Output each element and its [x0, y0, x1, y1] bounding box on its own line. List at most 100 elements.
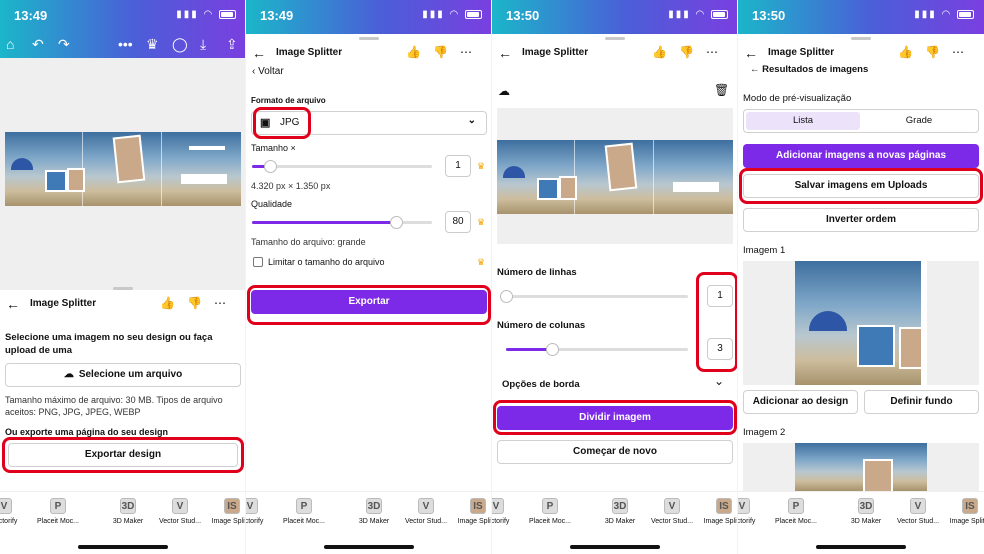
comment-icon[interactable]: ◯	[172, 36, 188, 53]
app-item[interactable]: 3D 3D Maker	[346, 498, 402, 525]
app-label: 3D Maker	[604, 518, 636, 525]
trash-icon[interactable]: 🗑	[714, 83, 729, 97]
set-background-button[interactable]: Definir fundo	[864, 390, 979, 414]
quality-input[interactable]: 80	[445, 211, 471, 233]
cloud-upload-icon: ☁	[63, 369, 74, 380]
sheet-handle[interactable]	[851, 37, 871, 40]
rows-slider[interactable]	[500, 290, 688, 303]
add-to-design-button[interactable]: Adicionar ao design	[743, 390, 858, 414]
back-arrow-icon[interactable]: ←	[744, 45, 758, 61]
thumbs-up-icon[interactable]: 👍	[406, 45, 433, 59]
start-over-button[interactable]: Começar de novo	[497, 440, 733, 464]
app-item[interactable]: V Vector Stud...	[890, 498, 946, 525]
app-icon: 3D	[612, 498, 628, 514]
thumbs-down-icon[interactable]: 👎	[187, 296, 214, 310]
results-nav[interactable]: ← Resultados de imagens	[750, 64, 868, 75]
chevron-down-icon: ⌄	[467, 115, 476, 126]
app-item[interactable]: 3D 3D Maker	[592, 498, 648, 525]
app-label: Image Split...	[949, 518, 984, 525]
home-icon[interactable]: ⌂	[6, 36, 14, 52]
app-item[interactable]: V Vector Stud...	[152, 498, 208, 525]
slider-knob[interactable]	[500, 290, 513, 303]
status-time: 13:49	[260, 8, 294, 23]
quality-slider[interactable]	[252, 216, 432, 229]
apps-bar: V Vectorify P Placeit Moc... 3D 3D Maker V Vect…	[738, 491, 984, 531]
thumbs-up-icon[interactable]: 👍	[898, 45, 925, 59]
share-icon[interactable]: ⇪	[226, 36, 238, 53]
app-item[interactable]: P Placeit Moc...	[30, 498, 86, 525]
slider-knob[interactable]	[390, 216, 403, 229]
app-label: Vector Stud...	[404, 518, 448, 525]
app-item[interactable]: V Vector Stud...	[398, 498, 454, 525]
app-item[interactable]: P Placeit Moc...	[768, 498, 824, 525]
app-item[interactable]: IS Image Split...	[204, 498, 246, 525]
app-label: Vector Stud...	[896, 518, 940, 525]
app-item[interactable]: 3D 3D Maker	[838, 498, 894, 525]
invert-order-button[interactable]: Inverter ordem	[743, 208, 979, 232]
app-item[interactable]: V Vectorify	[738, 498, 770, 525]
sheet-handle[interactable]	[113, 287, 133, 290]
back-arrow-icon[interactable]: ←	[498, 45, 512, 61]
status-time: 13:49	[14, 8, 48, 23]
editor-toolbar: ⌂ ↶ ↷ ••• ♛ ◯ ⤓ ⇪	[0, 34, 246, 58]
limit-checkbox[interactable]	[253, 257, 263, 267]
download-icon[interactable]: ⤓	[200, 36, 206, 53]
slider-knob[interactable]	[545, 343, 559, 356]
thumbs-down-icon[interactable]: 👎	[433, 45, 460, 59]
grid-option[interactable]: Grade	[862, 112, 976, 130]
app-label: Vectorify	[492, 518, 510, 525]
highlight-ring	[739, 168, 983, 204]
more-icon[interactable]: ⋯	[952, 45, 976, 59]
back-arrow-icon[interactable]: ←	[252, 45, 266, 61]
redo-icon[interactable]: ↷	[58, 36, 70, 53]
design-image[interactable]	[5, 132, 241, 206]
more-icon[interactable]: ⋯	[214, 296, 238, 310]
app-item[interactable]: IS Image Split...	[696, 498, 738, 525]
app-icon: 3D	[366, 498, 382, 514]
highlight-ring	[493, 400, 737, 435]
more-icon[interactable]: ⋯	[460, 45, 484, 59]
app-label: Vectorify	[0, 518, 18, 525]
sheet-handle[interactable]	[605, 37, 625, 40]
thumbs-up-icon[interactable]: 👍	[652, 45, 679, 59]
select-file-button[interactable]: ☁ Selecione um arquivo	[5, 363, 241, 387]
app-item[interactable]: 3D 3D Maker	[100, 498, 156, 525]
list-option[interactable]: Lista	[746, 112, 860, 130]
sheet-handle[interactable]	[359, 37, 379, 40]
app-icon: IS	[224, 498, 240, 514]
size-input[interactable]: 1	[445, 155, 471, 177]
slider-fill	[506, 348, 552, 351]
thumbs-down-icon[interactable]: 👎	[679, 45, 706, 59]
cloud-upload-icon[interactable]: ☁	[498, 84, 510, 98]
undo-icon[interactable]: ↶	[32, 36, 44, 53]
home-indicator	[570, 545, 660, 549]
chevron-down-icon[interactable]: ⌄	[714, 374, 724, 388]
app-item[interactable]: V Vectorify	[246, 498, 278, 525]
cols-slider[interactable]	[506, 343, 688, 356]
app-item[interactable]: IS Image Split...	[450, 498, 492, 525]
slider-knob[interactable]	[264, 160, 277, 173]
app-item[interactable]: V Vectorify	[492, 498, 524, 525]
back-arrow-icon[interactable]: ←	[6, 296, 20, 312]
app-item[interactable]: IS Image Split...	[942, 498, 984, 525]
more-icon[interactable]: ⋯	[706, 45, 730, 59]
thumbs-down-icon[interactable]: 👎	[925, 45, 952, 59]
border-options-label[interactable]: Opções de borda	[502, 379, 580, 390]
more-icon[interactable]: •••	[118, 36, 133, 52]
size-slider[interactable]	[252, 160, 432, 173]
app-icon: V	[492, 498, 504, 514]
add-to-pages-button[interactable]: Adicionar imagens a novas páginas	[743, 144, 979, 168]
signal-wifi-battery-icon: ▮▮▮ ◠	[176, 9, 236, 20]
app-item[interactable]: V Vector Stud...	[644, 498, 700, 525]
status-bar: 13:49 ▮▮▮ ◠	[246, 0, 492, 34]
status-bar: 13:50 ▮▮▮ ◠	[738, 0, 984, 34]
back-link[interactable]: ‹ Voltar	[252, 66, 284, 77]
highlight-ring	[253, 107, 311, 139]
app-label: 3D Maker	[112, 518, 144, 525]
app-item[interactable]: V Vectorify	[0, 498, 32, 525]
crown-icon[interactable]: ♛	[146, 36, 159, 53]
app-item[interactable]: P Placeit Moc...	[276, 498, 332, 525]
design-canvas[interactable]	[0, 58, 246, 290]
thumbs-up-icon[interactable]: 👍	[160, 296, 187, 310]
app-item[interactable]: P Placeit Moc...	[522, 498, 578, 525]
